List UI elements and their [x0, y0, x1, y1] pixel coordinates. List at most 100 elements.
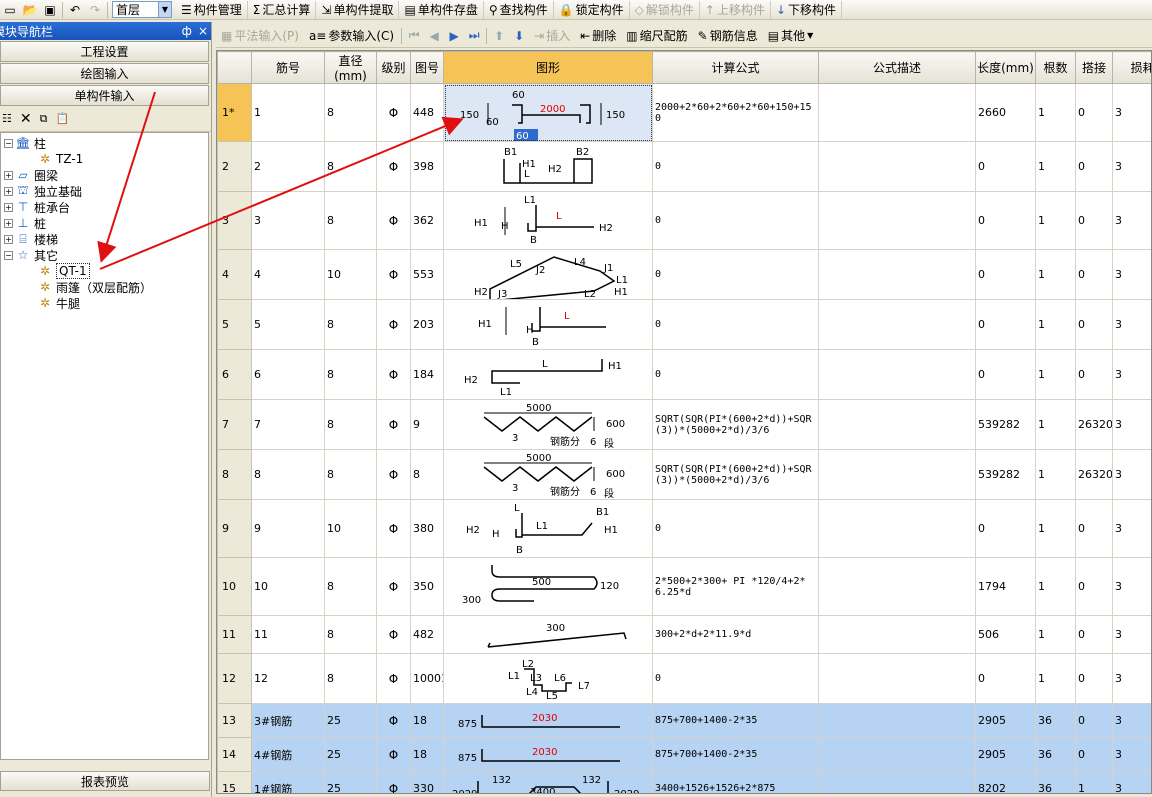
shape-cell[interactable]: B1 B2 H1 L H2: [443, 141, 653, 192]
lap-cell[interactable]: 0: [1075, 737, 1113, 772]
expand-icon[interactable]: +: [4, 218, 13, 228]
tree-item[interactable]: + ▱ 圈梁: [1, 167, 208, 183]
flat-input-button[interactable]: ▦ 平法输入(P): [216, 27, 304, 45]
formula-cell[interactable]: 0: [652, 191, 819, 250]
insert-row-button[interactable]: ⇥ 插入: [529, 27, 575, 45]
grade-cell[interactable]: Φ: [376, 299, 411, 350]
desc-cell[interactable]: [818, 141, 976, 192]
shape-cell[interactable]: 60 150 60 2000 150 60: [443, 83, 653, 142]
grade-cell[interactable]: Φ: [376, 499, 411, 558]
desc-cell[interactable]: [818, 615, 976, 654]
length-cell[interactable]: 8202: [975, 771, 1036, 793]
table-row[interactable]: 9 9 10 Φ 380 L B1 H2 L1 H1 H B 00103: [217, 499, 1151, 558]
formula-cell[interactable]: 0: [652, 349, 819, 400]
lap-cell[interactable]: 0: [1075, 141, 1113, 192]
lap-cell[interactable]: 0: [1075, 499, 1113, 558]
count-cell[interactable]: 1: [1035, 449, 1076, 500]
new-file-icon[interactable]: ▭: [2, 2, 18, 18]
grade-cell[interactable]: Φ: [376, 737, 411, 772]
grade-cell[interactable]: Φ: [376, 83, 411, 142]
diameter-cell[interactable]: 10: [324, 499, 377, 558]
table-row[interactable]: 338Φ362L1H1HLH2B 00103: [217, 191, 1151, 250]
lap-cell[interactable]: 0: [1075, 653, 1113, 704]
other-menu-button[interactable]: ▤ 其他 ▼: [763, 27, 819, 45]
collapse-icon[interactable]: −: [4, 138, 13, 148]
move-down-row-icon[interactable]: ⬇: [511, 28, 527, 44]
col-header-formula[interactable]: 计算公式: [652, 51, 819, 84]
close-icon[interactable]: ×: [198, 24, 208, 38]
shape-cell[interactable]: L5 L4 J1 J2 L1 L2 H1 H2 J3: [443, 249, 653, 300]
loss-cell[interactable]: 3: [1112, 191, 1151, 250]
scale-rebar-button[interactable]: ▥ 缩尺配筋: [621, 27, 692, 45]
formula-cell[interactable]: 300+2*d+2*11.9*d: [652, 615, 819, 654]
length-cell[interactable]: 2905: [975, 703, 1036, 738]
list-view-icon[interactable]: ☷: [2, 112, 12, 125]
collapse-icon[interactable]: −: [4, 250, 13, 260]
length-cell[interactable]: 0: [975, 349, 1036, 400]
diameter-cell[interactable]: 10: [324, 249, 377, 300]
count-cell[interactable]: 1: [1035, 249, 1076, 300]
row-number-cell[interactable]: 2: [217, 141, 252, 192]
component-manage-button[interactable]: ☰ 构件管理: [176, 0, 248, 19]
lap-cell[interactable]: 0: [1075, 703, 1113, 738]
rebar-no-cell[interactable]: 5: [251, 299, 325, 350]
lap-cell[interactable]: 0: [1075, 557, 1113, 616]
desc-cell[interactable]: [818, 349, 976, 400]
formula-cell[interactable]: SQRT(SQR(PI*(600+2*d))+SQR(3))*(5000+2*d…: [652, 399, 819, 450]
row-number-cell[interactable]: 6: [217, 349, 252, 400]
extract-component-button[interactable]: ⇲ 单构件提取: [316, 0, 400, 19]
row-number-cell[interactable]: 12: [217, 653, 252, 704]
rebar-no-cell[interactable]: 1: [251, 83, 325, 142]
shape-cell[interactable]: H1 L H B: [443, 299, 653, 350]
sum-calc-button[interactable]: Σ 汇总计算: [248, 0, 317, 19]
fig-no-cell[interactable]: 9: [410, 399, 444, 450]
lap-cell[interactable]: 0: [1075, 615, 1113, 654]
shape-cell[interactable]: L H1 H2 L1: [443, 349, 653, 400]
desc-cell[interactable]: [818, 399, 976, 450]
save-icon[interactable]: ▣: [42, 2, 58, 18]
loss-cell[interactable]: 3: [1112, 499, 1151, 558]
expand-icon[interactable]: +: [4, 170, 13, 180]
tree-item[interactable]: − ☆ 其它: [1, 247, 208, 263]
diameter-cell[interactable]: 8: [324, 141, 377, 192]
count-cell[interactable]: 1: [1035, 653, 1076, 704]
row-number-cell[interactable]: 3: [217, 191, 252, 250]
row-number-cell[interactable]: 13: [217, 703, 252, 738]
loss-cell[interactable]: 3: [1112, 299, 1151, 350]
fig-no-cell[interactable]: 482: [410, 615, 444, 654]
loss-cell[interactable]: 3: [1112, 141, 1151, 192]
fig-no-cell[interactable]: 10001: [410, 653, 444, 704]
formula-cell[interactable]: 2000+2*60+2*60+2*60+150+150: [652, 83, 819, 142]
tree-item[interactable]: + ⌸ 楼梯: [1, 231, 208, 247]
desc-cell[interactable]: [818, 737, 976, 772]
length-cell[interactable]: 2660: [975, 83, 1036, 142]
formula-cell[interactable]: 3400+1526+1526+2*875: [652, 771, 819, 793]
length-cell[interactable]: 2905: [975, 737, 1036, 772]
rebar-no-cell[interactable]: 1#钢筋: [251, 771, 325, 793]
rebar-no-cell[interactable]: 12: [251, 653, 325, 704]
lap-cell[interactable]: 0: [1075, 249, 1113, 300]
desc-cell[interactable]: [818, 771, 976, 793]
lap-cell[interactable]: 26320: [1075, 399, 1113, 450]
next-icon[interactable]: ▶: [446, 28, 462, 44]
rebar-no-cell[interactable]: 6: [251, 349, 325, 400]
paste-icon[interactable]: 📋: [55, 112, 69, 125]
loss-cell[interactable]: 3: [1112, 653, 1151, 704]
col-header-grade[interactable]: 级别: [376, 51, 411, 84]
lap-cell[interactable]: 0: [1075, 191, 1113, 250]
formula-cell[interactable]: 0: [652, 653, 819, 704]
tree-item[interactable]: + ⛫ 独立基础: [1, 183, 208, 199]
tree-item[interactable]: ✲ 牛腿: [1, 295, 208, 311]
desc-cell[interactable]: [818, 449, 976, 500]
count-cell[interactable]: 1: [1035, 499, 1076, 558]
shape-cell[interactable]: 1321322029340020296363: [443, 771, 653, 793]
rebar-no-cell[interactable]: 11: [251, 615, 325, 654]
first-icon[interactable]: ⏮: [406, 28, 422, 44]
undo-icon[interactable]: ↶: [67, 2, 83, 18]
col-header-no[interactable]: 筋号: [251, 51, 325, 84]
count-cell[interactable]: 1: [1035, 83, 1076, 142]
rebar-no-cell[interactable]: 9: [251, 499, 325, 558]
save-component-button[interactable]: ▤ 单构件存盘: [399, 0, 484, 19]
grade-cell[interactable]: Φ: [376, 653, 411, 704]
desc-cell[interactable]: [818, 499, 976, 558]
